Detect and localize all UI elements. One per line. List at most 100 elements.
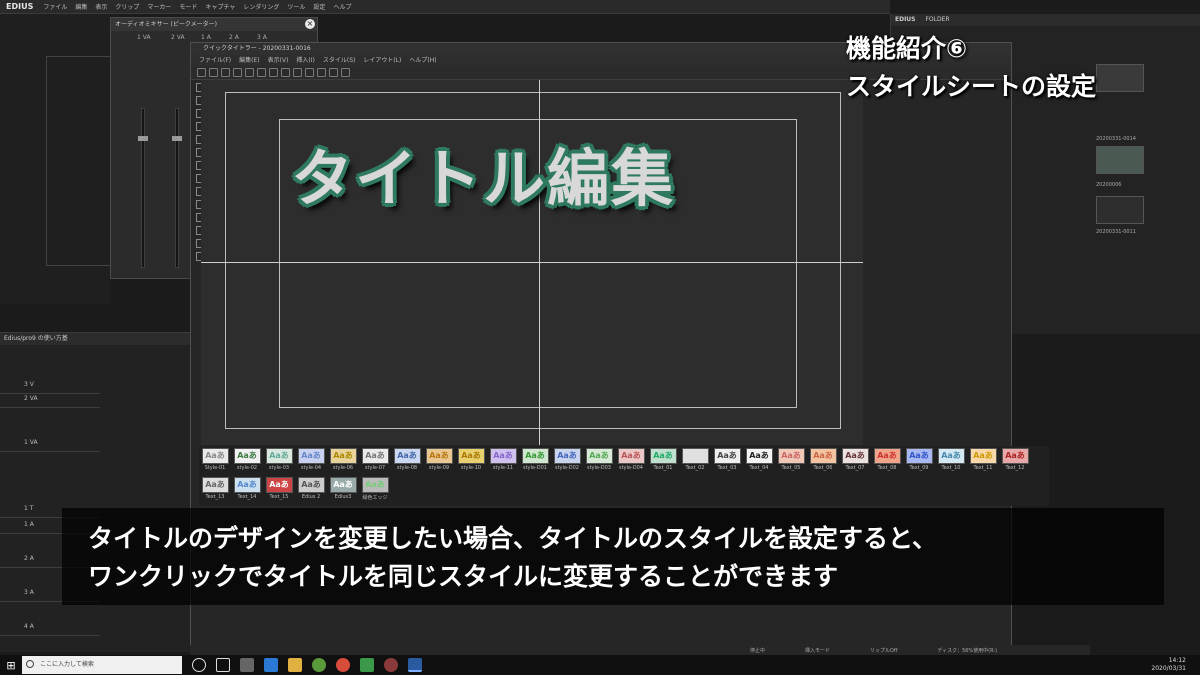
menu-item[interactable]: 編集 (71, 2, 91, 11)
cortana-icon[interactable] (192, 658, 206, 672)
titler-menu-item[interactable]: スタイル(S) (323, 55, 356, 66)
menu-item[interactable]: 表示 (91, 2, 111, 11)
fader-knob[interactable] (138, 136, 148, 141)
audio-mixer-title: オーディオミキサー (ピークメーター) (111, 18, 317, 31)
style-preset[interactable]: Aaあ Edius3 (329, 477, 357, 504)
chrome-icon[interactable] (336, 658, 350, 672)
menu-item[interactable]: キャプチャ (201, 2, 239, 11)
track-header[interactable]: 2 VA (24, 395, 38, 402)
style-preset[interactable]: Aaあ Text_09 (905, 448, 933, 475)
taskbar-search-input[interactable]: ここに入力して検索 (22, 656, 182, 674)
edius-taskbar-icon[interactable] (408, 658, 422, 672)
style-preset[interactable]: Aaあ Text_06 (809, 448, 837, 475)
style-preset[interactable]: Aaあ Text_07 (841, 448, 869, 475)
undo-icon[interactable] (293, 68, 302, 77)
style-preset[interactable]: Aaあ Text_11 (969, 448, 997, 475)
style-preset[interactable]: Aaあ Text_04 (745, 448, 773, 475)
open-icon[interactable] (209, 68, 218, 77)
grid-icon[interactable] (317, 68, 326, 77)
mixer-fader[interactable] (141, 108, 145, 268)
style-preset[interactable]: Aaあ style-06 (329, 448, 357, 475)
style-preset[interactable]: Aaあ Text_03 (713, 448, 741, 475)
track-header[interactable]: 3 A (24, 589, 34, 596)
style-preset[interactable]: Aaあ Text_14 (233, 477, 261, 504)
style-preset[interactable]: Aaあ Text_08 (873, 448, 901, 475)
style-preset[interactable]: Aaあ Text_15 (265, 477, 293, 504)
style-preset[interactable]: Aaあ style-09 (425, 448, 453, 475)
clip-thumbnail[interactable] (1096, 196, 1144, 224)
track-header[interactable]: 3 V (24, 381, 34, 388)
style-preset[interactable]: Aaあ style-02 (233, 448, 261, 475)
folder-icon[interactable] (288, 658, 302, 672)
style-preset[interactable]: Aaあ style-11 (489, 448, 517, 475)
titler-menu-item[interactable]: 編集(E) (239, 55, 259, 66)
redo-icon[interactable] (305, 68, 314, 77)
titler-menu-item[interactable]: 挿入(I) (296, 55, 314, 66)
save-as-icon[interactable] (233, 68, 242, 77)
track-header[interactable]: 1 T (24, 505, 33, 512)
style-preset[interactable]: Aaあ Style-01 (201, 448, 229, 475)
taskbar-clock[interactable]: 14:12 2020/03/31 (1151, 657, 1186, 673)
task-view-icon[interactable] (216, 658, 230, 672)
style-preset[interactable]: Aaあ style-07 (361, 448, 389, 475)
style-preset[interactable]: Aaあ style-D02 (553, 448, 581, 475)
bin-folder-label[interactable]: FOLDER (925, 16, 949, 23)
titler-menu-item[interactable]: ヘルプ(H) (409, 55, 436, 66)
style-preset[interactable]: Aaあ style-03 (265, 448, 293, 475)
safe-area-icon[interactable] (329, 68, 338, 77)
menu-item[interactable]: マーカー (143, 2, 175, 11)
close-icon[interactable]: × (305, 19, 315, 29)
style-preset[interactable]: Text_02 (681, 448, 709, 475)
cut-icon[interactable] (245, 68, 254, 77)
titler-menu-item[interactable]: 表示(V) (268, 55, 289, 66)
track-header[interactable]: 2 A (24, 555, 34, 562)
menu-item[interactable]: モード (175, 2, 201, 11)
save-icon[interactable] (221, 68, 230, 77)
delete-icon[interactable] (281, 68, 290, 77)
copy-icon[interactable] (257, 68, 266, 77)
track-header[interactable]: 1 A (24, 521, 34, 528)
style-preset[interactable]: Aaあ style-04 (297, 448, 325, 475)
style-name: style-10 (460, 465, 482, 471)
style-preset[interactable]: Aaあ Text_05 (777, 448, 805, 475)
app-icon[interactable] (360, 658, 374, 672)
track-header[interactable]: 4 A (24, 623, 34, 630)
app-icon[interactable] (384, 658, 398, 672)
paste-icon[interactable] (269, 68, 278, 77)
style-preset[interactable]: Aaあ Text_01 (649, 448, 677, 475)
titler-menu-item[interactable]: ファイル(F) (199, 55, 231, 66)
help-icon[interactable] (341, 68, 350, 77)
mixer-fader[interactable] (175, 108, 179, 268)
calculator-icon[interactable] (240, 658, 254, 672)
style-preset[interactable]: Aaあ Text_12 (1001, 448, 1029, 475)
title-canvas[interactable]: タイトル編集 (201, 80, 863, 445)
style-preset[interactable]: Aaあ style-D01 (521, 448, 549, 475)
track-header[interactable]: 1 VA (24, 439, 38, 446)
style-preset[interactable]: Aaあ style-10 (457, 448, 485, 475)
style-preset[interactable]: Aaあ Text_13 (201, 477, 229, 504)
menu-item[interactable]: クリップ (111, 2, 143, 11)
clip-thumbnail[interactable] (1096, 146, 1144, 174)
style-preset[interactable]: Aaあ style-D03 (585, 448, 613, 475)
player-preview (0, 14, 116, 304)
style-preset[interactable]: Aaあ Text_10 (937, 448, 965, 475)
new-icon[interactable] (197, 68, 206, 77)
windows-start-icon[interactable]: ⊞ (0, 655, 22, 675)
menu-item[interactable]: 設定 (309, 2, 329, 11)
title-text-object[interactable]: タイトル編集 (291, 128, 675, 218)
style-swatch: Aaあ (489, 448, 517, 464)
app-icon[interactable] (312, 658, 326, 672)
menu-item[interactable]: レンダリング (239, 2, 283, 11)
fader-knob[interactable] (172, 136, 182, 141)
style-name: Text_11 (973, 465, 993, 471)
style-preset[interactable]: Aaあ style-08 (393, 448, 421, 475)
titler-menu-item[interactable]: レイアウト(L) (363, 55, 401, 66)
menu-item[interactable]: ツール (283, 2, 309, 11)
style-preset[interactable]: Aaあ 緑色エッジ (361, 477, 389, 504)
style-preset[interactable]: Aaあ Edius 2 (297, 477, 325, 504)
edge-icon[interactable] (264, 658, 278, 672)
menu-item[interactable]: ファイル (39, 2, 71, 11)
style-preset[interactable]: Aaあ style-D04 (617, 448, 645, 475)
menu-item[interactable]: ヘルプ (329, 2, 355, 11)
clip-thumbnail[interactable] (1096, 64, 1144, 92)
